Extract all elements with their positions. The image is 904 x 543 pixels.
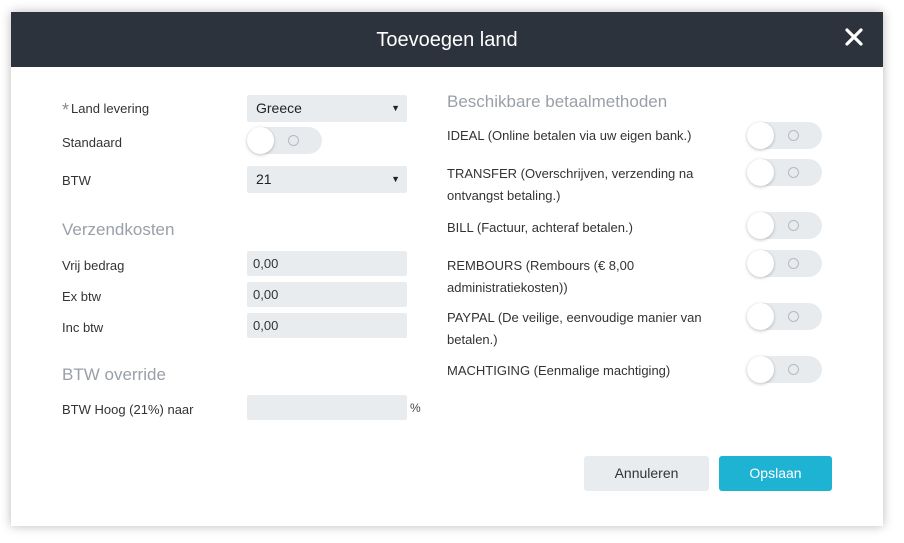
land-levering-select[interactable]: Greece ▼ — [247, 95, 407, 122]
payment-method-bill-label: BILL (Factuur, achteraf betalen.) — [447, 220, 633, 235]
toggle-knob — [747, 303, 774, 330]
btw-hoog-input[interactable] — [247, 395, 407, 420]
toggle-knob — [747, 159, 774, 186]
dialog-title: Toevoegen land — [376, 29, 518, 51]
percent-suffix: % — [410, 401, 421, 415]
land-levering-value: Greece — [256, 100, 302, 116]
required-marker: * — [62, 100, 70, 120]
toggle-off-icon — [788, 258, 799, 269]
toggle-off-icon — [788, 130, 799, 141]
payment-method-ideal-toggle[interactable] — [747, 122, 822, 149]
inc-btw-label: Inc btw — [62, 320, 104, 335]
payment-method-paypal-label: PAYPAL (De veilige, eenvoudige manier va… — [447, 310, 702, 347]
btw-hoog-label: BTW Hoog (21%) naar — [62, 402, 194, 417]
payment-method-machtiging-label: MACHTIGING (Eenmalige machtiging) — [447, 363, 671, 378]
standaard-toggle[interactable] — [247, 127, 322, 154]
shipping-section-title: Verzendkosten — [62, 220, 175, 239]
payment-method-machtiging-toggle[interactable] — [747, 356, 822, 383]
land-levering-label: * Land levering — [62, 100, 150, 120]
override-section-title: BTW override — [62, 365, 166, 384]
toggle-off-icon — [788, 311, 799, 322]
dialog-header: Toevoegen land — [11, 12, 883, 67]
payment-method-rembours-label: REMBOURS (Rembours (€ 8,00 administratie… — [447, 258, 635, 295]
save-button[interactable]: Opslaan — [719, 456, 832, 491]
payment-method-bill-toggle[interactable] — [747, 212, 822, 239]
inc-btw-input[interactable]: 0,00 — [247, 313, 407, 338]
cancel-button[interactable]: Annuleren — [584, 456, 709, 491]
payment-method-paypal-toggle[interactable] — [747, 303, 822, 330]
vrij-bedrag-input[interactable]: 0,00 — [247, 251, 407, 276]
payment-method-transfer-label: TRANSFER (Overschrijven, verzending na o… — [447, 166, 694, 203]
toggle-off-icon — [288, 135, 299, 146]
btw-select[interactable]: 21 ▼ — [247, 166, 407, 193]
payment-section-title: Beschikbare betaalmethoden — [447, 92, 668, 111]
btw-label: BTW — [62, 173, 91, 188]
toggle-off-icon — [788, 167, 799, 178]
add-country-dialog: Toevoegen land * Land levering Greece ▼ S… — [11, 12, 883, 526]
ex-btw-label: Ex btw — [62, 289, 102, 304]
close-icon — [845, 28, 863, 46]
toggle-off-icon — [788, 364, 799, 375]
toggle-knob — [747, 122, 774, 149]
btw-value: 21 — [256, 171, 272, 187]
chevron-down-icon: ▼ — [391, 174, 400, 184]
toggle-knob — [747, 356, 774, 383]
toggle-knob — [747, 212, 774, 239]
toggle-knob — [747, 250, 774, 277]
payment-method-rembours-toggle[interactable] — [747, 250, 822, 277]
standaard-label: Standaard — [62, 135, 122, 150]
vrij-bedrag-label: Vrij bedrag — [62, 258, 125, 273]
payment-method-ideal-label: IDEAL (Online betalen via uw eigen bank.… — [447, 128, 692, 143]
toggle-off-icon — [788, 220, 799, 231]
toggle-knob — [247, 127, 274, 154]
payment-method-transfer-toggle[interactable] — [747, 159, 822, 186]
close-button[interactable] — [844, 27, 864, 47]
chevron-down-icon: ▼ — [391, 103, 400, 113]
ex-btw-input[interactable]: 0,00 — [247, 282, 407, 307]
